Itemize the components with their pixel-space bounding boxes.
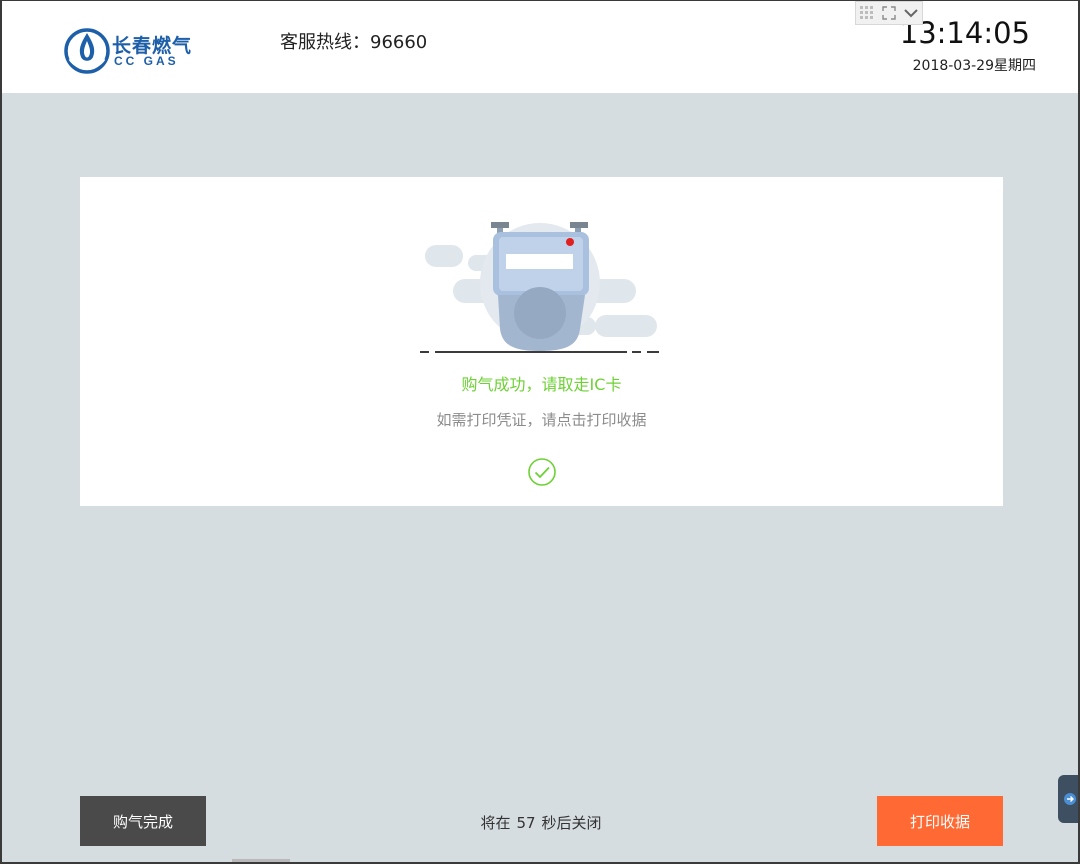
check-circle-icon: [528, 458, 556, 486]
gas-meter-icon: [420, 222, 659, 353]
window-controls: [855, 1, 923, 25]
print-receipt-button[interactable]: 打印收据: [877, 796, 1003, 846]
expand-icon[interactable]: [878, 2, 900, 24]
success-message: 购气成功，请取走IC卡: [461, 375, 622, 394]
clock-date: 2018-03-29星期四: [912, 58, 1036, 74]
taskbar-fragment: [232, 859, 290, 862]
logo-flame-icon: [64, 28, 110, 74]
logo-text-en: CC GAS: [114, 54, 179, 68]
remote-tab-icon[interactable]: [1058, 775, 1078, 823]
countdown-seconds: 57: [516, 814, 536, 832]
grid-icon[interactable]: [856, 2, 878, 24]
company-logo: 长春燃气 CC GAS: [64, 27, 204, 75]
result-card: 购气成功，请取走IC卡 如需打印凭证，请点击打印收据: [80, 177, 1003, 506]
service-hotline: 客服热线：96660: [280, 32, 428, 53]
chevron-down-icon[interactable]: [900, 2, 922, 24]
countdown-prefix: 将在: [480, 814, 511, 832]
kiosk-screen: 长春燃气 CC GAS 客服热线：96660 13:14:05 2018-03-…: [0, 0, 1080, 864]
print-hint: 如需打印凭证，请点击打印收据: [436, 411, 647, 429]
countdown-suffix: 秒后关闭: [541, 814, 602, 832]
